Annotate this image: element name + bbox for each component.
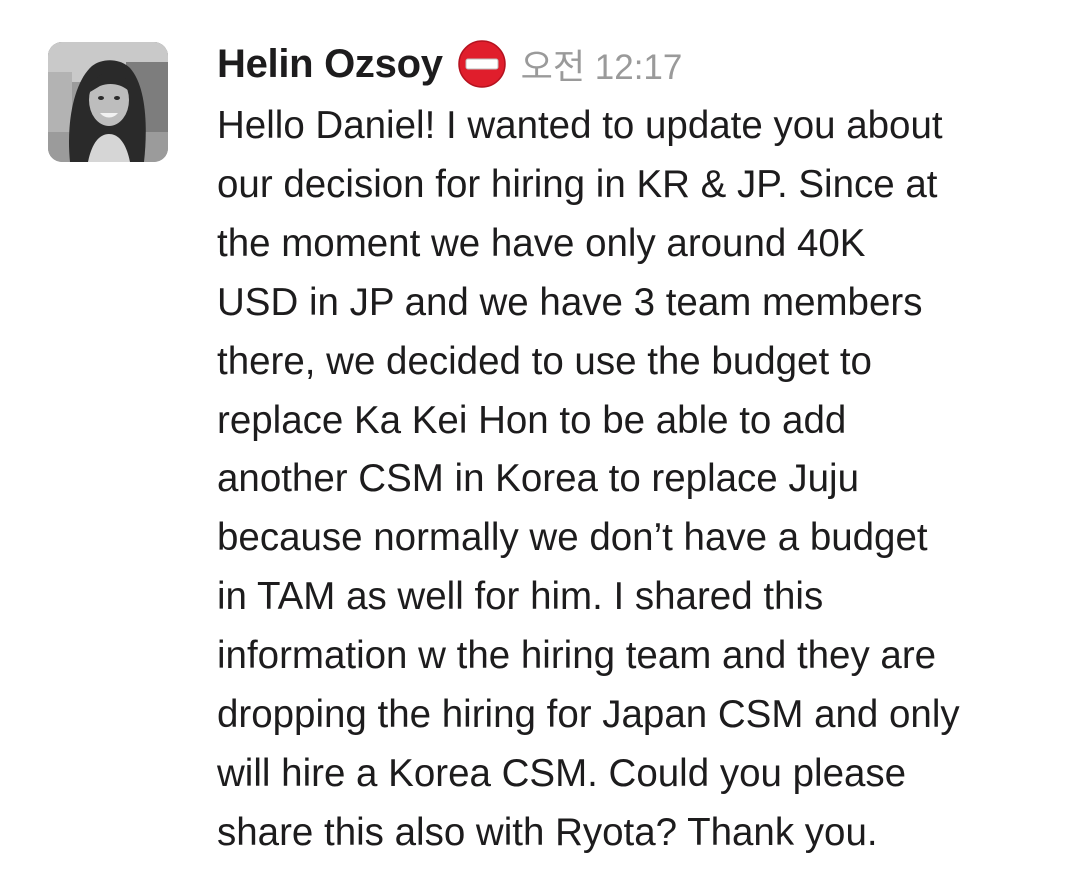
message-line: Hello Daniel! I wanted to update you abo…	[217, 104, 943, 147]
avatar-photo	[48, 42, 168, 162]
no-entry-icon[interactable]	[457, 39, 507, 89]
message-line: our decision for hiring in KR & JP. Sinc…	[217, 162, 938, 206]
message-line: information w the hiring team and they a…	[217, 634, 937, 678]
message-line: because normally we don’t have a budget	[217, 516, 928, 560]
message-line: replace Ka Kei Hon to be able to add	[217, 398, 847, 442]
message-line: share this also with Ryota? Thank you.	[217, 810, 878, 854]
message-line: USD in JP and we have 3 team members	[217, 280, 923, 324]
message-body: Hello Daniel! I wanted to update you abo…	[217, 97, 1047, 863]
sender-name[interactable]: Helin Ozsoy	[217, 42, 443, 87]
chat-message: Helin Ozsoy 오전 12:17 Hello Daniel! I wan…	[0, 0, 1080, 871]
message-timestamp[interactable]: 오전 12:17	[521, 39, 683, 90]
message-line: dropping the hiring for Japan CSM and on…	[217, 693, 960, 737]
message-line: another CSM in Korea to replace Juju	[217, 457, 860, 501]
message-line: there, we decided to use the budget to	[217, 339, 872, 383]
message-line: the moment we have only around 40K	[217, 221, 866, 265]
message-line: in TAM as well for him. I shared this	[217, 575, 824, 619]
message-header: Helin Ozsoy 오전 12:17	[217, 36, 682, 92]
message-line: will hire a Korea CSM. Could you please	[217, 751, 907, 795]
avatar[interactable]	[48, 42, 168, 162]
